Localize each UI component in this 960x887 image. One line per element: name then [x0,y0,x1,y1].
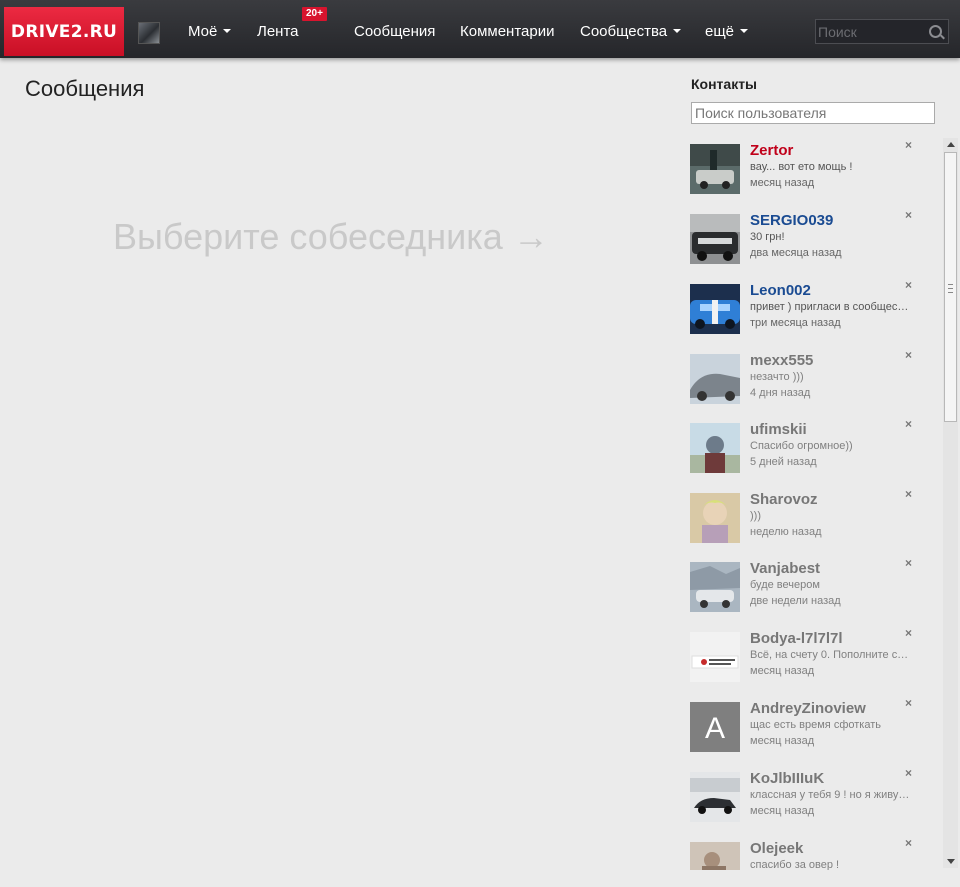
contact-time: месяц назад [750,735,815,747]
close-icon[interactable]: × [905,556,912,570]
chevron-down-icon [740,29,749,33]
contact-name[interactable]: ufimskii [750,421,807,438]
contact-avatar[interactable] [690,772,740,822]
site-search-input[interactable] [818,22,926,41]
contact-item[interactable]: Leon002 привет ) пригласи в сообщество B… [688,278,918,342]
contact-time: 4 дня назад [750,387,811,399]
contact-item[interactable]: Olejeek спасибо за овер ! × [688,836,918,870]
close-icon[interactable]: × [905,208,912,222]
contact-name[interactable]: AndreyZinoview [750,700,866,717]
nav-my[interactable]: Моё [188,23,232,41]
contact-item[interactable]: KoJlbIIIuK классная у тебя 9 ! но я живу… [688,766,918,830]
nav-comments-label: Комментарии [460,23,555,40]
contact-name[interactable]: SERGIO039 [750,212,833,229]
contact-name[interactable]: Leon002 [750,282,811,299]
close-icon[interactable]: × [905,348,912,362]
contact-avatar[interactable] [690,354,740,404]
close-icon[interactable]: × [905,278,912,292]
close-icon[interactable]: × [905,487,912,501]
contact-avatar[interactable] [690,214,740,264]
contact-last-message: классная у тебя 9 ! но я живу в Украине [750,789,912,801]
chevron-down-icon [223,29,232,33]
site-logo[interactable]: DRIVE2.RU [4,7,124,56]
nav-my-label: Моё [188,23,218,40]
top-navigation-bar: DRIVE2.RU Моё Лента 20+ Сообщения Коммен… [0,0,960,58]
contact-list: Zertor вау... вот ето мощь ! месяц назад… [688,140,942,870]
site-search [815,19,949,44]
contact-avatar[interactable] [690,632,740,682]
contact-name[interactable]: Bodya-l7l7l7l [750,630,843,647]
grip-icon [948,284,953,293]
scrollbar-thumb[interactable] [944,152,957,422]
contact-avatar[interactable] [690,144,740,194]
contact-name[interactable]: Zertor [750,142,793,159]
search-icon[interactable] [929,25,942,38]
contact-last-message: Спасибо огромное)) [750,440,853,452]
contact-time: два месяца назад [750,247,842,259]
close-icon[interactable]: × [905,836,912,850]
nav-more-label: ещё [705,23,735,40]
contacts-heading: Контакты [691,76,758,92]
contact-last-message: вау... вот ето мощь ! [750,161,853,173]
contact-last-message: привет ) пригласи в сообщество BMW... [750,301,912,313]
contact-item[interactable]: mexx555 незачто ))) 4 дня назад × [688,348,918,412]
contact-last-message: 30 грн! [750,231,785,243]
user-avatar[interactable] [138,22,160,44]
nav-feed[interactable]: Лента [257,23,299,41]
close-icon[interactable]: × [905,696,912,710]
user-search-input[interactable] [691,102,935,124]
close-icon[interactable]: × [905,626,912,640]
contact-item[interactable]: SERGIO039 30 грн! два месяца назад × [688,208,918,272]
contact-last-message: незачто ))) [750,371,804,383]
close-icon[interactable]: × [905,766,912,780]
contact-avatar[interactable]: A [690,702,740,752]
contact-item[interactable]: Sharovoz ))) неделю назад × [688,487,918,551]
contact-avatar[interactable] [690,284,740,334]
contacts-scrollbar[interactable] [943,138,958,868]
contact-avatar[interactable] [690,562,740,612]
contact-avatar[interactable] [690,493,740,543]
contact-name[interactable]: KoJlbIIIuK [750,770,824,787]
nav-messages[interactable]: Сообщения [354,23,435,41]
contact-name[interactable]: mexx555 [750,352,813,369]
contact-time: месяц назад [750,805,815,817]
contact-last-message: буде вечером [750,579,820,591]
contact-time: три месяца назад [750,317,841,329]
scroll-up-arrow-icon[interactable] [947,142,955,147]
contact-time: неделю назад [750,526,822,538]
close-icon[interactable]: × [905,417,912,431]
feed-count-badge: 20+ [302,7,327,21]
contact-item[interactable]: Bodya-l7l7l7l Всё, на счету 0. Пополните… [688,626,918,690]
contact-last-message: ))) [750,510,761,522]
select-interlocutor-hint: Выберите собеседника → [113,216,549,257]
avatar-letter: A [705,712,725,745]
contact-avatar[interactable] [690,842,740,870]
chevron-down-icon [673,29,682,33]
contact-last-message: спасибо за овер ! [750,859,840,870]
contact-avatar[interactable] [690,423,740,473]
nav-comments[interactable]: Комментарии [460,23,554,41]
contact-item[interactable]: Zertor вау... вот ето мощь ! месяц назад… [688,140,918,202]
contact-last-message: щас есть время сфоткать [750,719,881,731]
contact-time: 5 дней назад [750,456,817,468]
scroll-down-arrow-icon[interactable] [947,859,955,864]
contact-last-message: Всё, на счету 0. Пополните счёт [750,649,912,661]
nav-messages-label: Сообщения [354,23,436,40]
contact-time: месяц назад [750,177,815,189]
nav-feed-label: Лента [257,23,299,40]
nav-communities-label: Сообщества [580,23,668,40]
contact-name[interactable]: Vanjabest [750,560,820,577]
close-icon[interactable]: × [905,140,912,152]
contact-item[interactable]: Vanjabest буде вечером две недели назад … [688,556,918,620]
contact-time: две недели назад [750,595,841,607]
nav-communities[interactable]: Сообщества [580,23,682,41]
contact-time: месяц назад [750,665,815,677]
contact-name[interactable]: Sharovoz [750,491,818,508]
nav-more[interactable]: ещё [705,23,749,41]
contact-name[interactable]: Olejeek [750,840,803,857]
contact-item[interactable]: ufimskii Спасибо огромное)) 5 дней назад… [688,417,918,481]
contact-item[interactable]: A AndreyZinoview щас есть время сфоткать… [688,696,918,760]
page-title: Сообщения [25,76,145,101]
